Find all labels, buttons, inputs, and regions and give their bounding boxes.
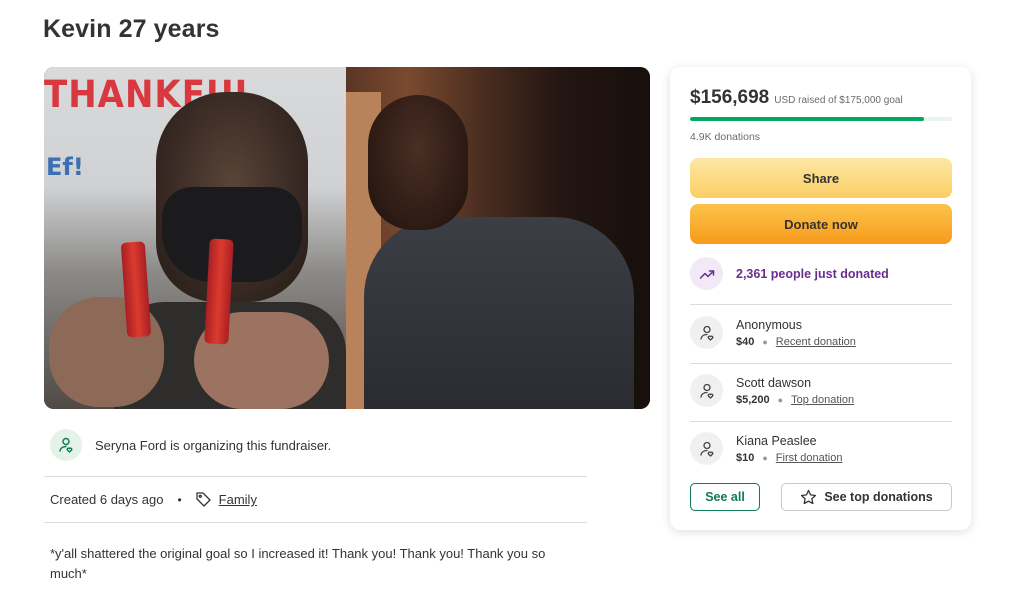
donor-name: Scott dawson xyxy=(736,375,812,390)
see-top-donations-button[interactable]: See top donations xyxy=(781,483,952,511)
donor-amount: $5,200 xyxy=(736,393,770,406)
see-top-donations-label: See top donations xyxy=(824,490,933,504)
donor-name: Anonymous xyxy=(736,317,803,332)
donor-heart-icon xyxy=(690,316,723,349)
person-heart-icon xyxy=(50,429,82,461)
person-head-2 xyxy=(368,95,468,230)
donor-amount: $10 xyxy=(736,451,755,464)
donor-heart-icon xyxy=(690,432,723,465)
divider xyxy=(690,363,952,364)
campaign-photo[interactable]: THANKFUL Ef! xyxy=(44,67,650,409)
donor-heart-icon xyxy=(690,374,723,407)
donor-amount: $40 xyxy=(736,335,755,348)
goal-progress-bar xyxy=(690,117,952,121)
tag-icon xyxy=(195,491,212,508)
organizer-text: Seryna Ford is organizing this fundraise… xyxy=(95,437,332,453)
donation-count: 4.9K donations xyxy=(690,131,761,143)
donor-item: Scott dawson $5,200 ● Top donation xyxy=(690,374,854,407)
trending-up-icon xyxy=(690,257,723,290)
campaign-description: *y'all shattered the original goal so I … xyxy=(50,546,546,581)
meta-separator: ● xyxy=(762,336,768,347)
donation-card: $156,698 USD raised of $175,000 goal 4.9… xyxy=(670,67,971,530)
photo-right-panel xyxy=(346,67,650,409)
photo-left-panel: THANKFUL Ef! xyxy=(44,67,346,409)
organizer-row[interactable]: Seryna Ford is organizing this fundraise… xyxy=(50,429,331,461)
page-title: Kevin 27 years xyxy=(43,15,220,43)
campaign-meta: Created 6 days ago • Family xyxy=(50,491,257,508)
divider xyxy=(44,476,587,477)
created-date: Created 6 days ago xyxy=(50,492,164,507)
donor-item: Anonymous $40 ● Recent donation xyxy=(690,316,856,349)
donate-now-button[interactable]: Donate now xyxy=(690,204,952,244)
raised-caption: USD raised of $175,000 goal xyxy=(774,95,903,106)
divider xyxy=(690,421,952,422)
recent-donations-trend: 2,361 people just donated xyxy=(690,257,889,290)
raised-amount: $156,698 xyxy=(690,87,770,108)
meta-separator: • xyxy=(177,492,182,507)
divider xyxy=(690,304,952,305)
goal-progress-fill xyxy=(690,117,925,121)
wall-sign-text-2: Ef! xyxy=(46,153,84,181)
donor-name: Kiana Peaslee xyxy=(736,433,817,448)
donation-type-link[interactable]: First donation xyxy=(776,452,843,464)
donor-item: Kiana Peaslee $10 ● First donation xyxy=(690,432,842,465)
see-all-button[interactable]: See all xyxy=(690,483,760,511)
trend-text: 2,361 people just donated xyxy=(736,266,889,281)
star-icon xyxy=(800,489,817,506)
donation-type-link[interactable]: Recent donation xyxy=(776,336,856,348)
divider xyxy=(44,522,587,523)
category-link[interactable]: Family xyxy=(219,492,257,507)
person-shirt-2 xyxy=(364,217,634,409)
meta-separator: ● xyxy=(777,394,784,405)
meta-separator: ● xyxy=(762,452,768,463)
raised-summary: $156,698 USD raised of $175,000 goal xyxy=(690,87,903,109)
share-button[interactable]: Share xyxy=(690,158,952,198)
donation-type-link[interactable]: Top donation xyxy=(791,394,854,406)
